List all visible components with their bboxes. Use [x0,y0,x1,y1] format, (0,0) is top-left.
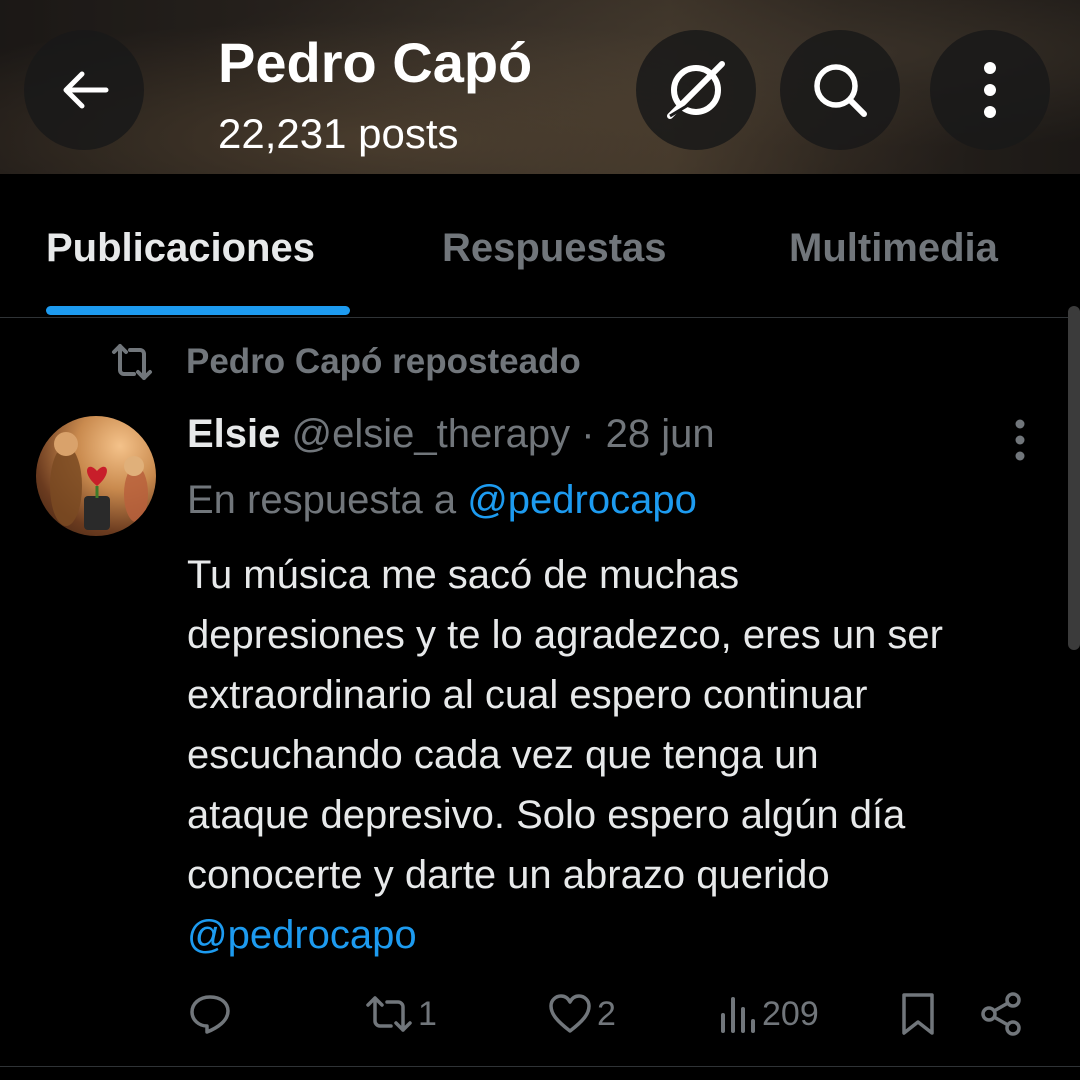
more-vertical-icon [1004,419,1036,466]
repost-icon [364,991,414,1037]
author-name[interactable]: Elsie [187,412,280,456]
post-text-line: extraordinario al cual espero continuar [187,673,868,717]
scrollbar[interactable] [1068,306,1080,650]
meta-separator: · [570,412,606,456]
tab-multimedia[interactable]: Multimedia [789,226,998,271]
views-chart-icon [718,991,758,1037]
repost-context[interactable]: Pedro Capó reposteado [108,338,581,386]
post-more-button[interactable] [1004,418,1036,462]
search-button[interactable] [780,30,900,150]
heart-icon [547,991,593,1037]
post-text-line: escuchando cada vez que tenga un [187,733,819,777]
profile-tabs: Publicaciones Respuestas Multimedia [0,174,1080,318]
more-options-button[interactable] [930,30,1050,150]
post-actions: 1 2 209 [0,980,1080,1048]
tab-publicaciones[interactable]: Publicaciones [46,226,315,271]
more-vertical-icon [980,60,1000,120]
avatar[interactable] [36,416,156,536]
reply-prefix: En respuesta a [187,478,468,522]
post-text: Tu música me sacó de muchas depresiones … [187,545,1067,965]
post-date[interactable]: 28 jun [606,412,715,456]
author-handle[interactable]: @elsie_therapy [292,412,571,456]
repost-label: Pedro Capó reposteado [186,342,581,381]
search-icon [808,58,872,122]
repost-icon [108,338,156,386]
repost-count: 1 [418,994,437,1033]
profile-header: Pedro Capó 22,231 posts [0,0,1080,174]
reply-button[interactable] [187,990,237,1038]
post-count: 22,231 posts [218,110,459,157]
bookmark-icon [898,991,938,1037]
post-text-line: Tu música me sacó de muchas [187,553,740,597]
back-button[interactable] [24,30,144,150]
bookmark-button[interactable] [898,990,938,1038]
share-button[interactable] [978,990,1024,1038]
tab-respuestas[interactable]: Respuestas [442,226,667,271]
arrow-left-icon [56,62,112,118]
views-count: 209 [762,994,819,1033]
divider [0,1066,1080,1067]
share-icon [978,991,1024,1037]
like-button[interactable]: 2 [547,990,616,1038]
reply-icon [187,991,233,1037]
repost-button[interactable]: 1 [364,990,437,1038]
post-text-line: conocerte y darte un abrazo querido [187,853,830,897]
profile-name: Pedro Capó [218,31,533,94]
active-tab-indicator [46,306,350,315]
post-text-line: depresiones y te lo agradezco, eres un s… [187,613,943,657]
post-header: Elsie @elsie_therapy · 28 jun [187,412,715,457]
body-mention-link[interactable]: @pedrocapo [187,905,1067,965]
like-count: 2 [597,994,616,1033]
reply-context: En respuesta a @pedrocapo [187,478,697,523]
reply-mention-link[interactable]: @pedrocapo [467,478,697,522]
grok-icon [660,54,732,126]
grok-button[interactable] [636,30,756,150]
views-button[interactable]: 209 [718,990,819,1038]
post-text-line: ataque depresivo. Solo espero algún día [187,793,906,837]
